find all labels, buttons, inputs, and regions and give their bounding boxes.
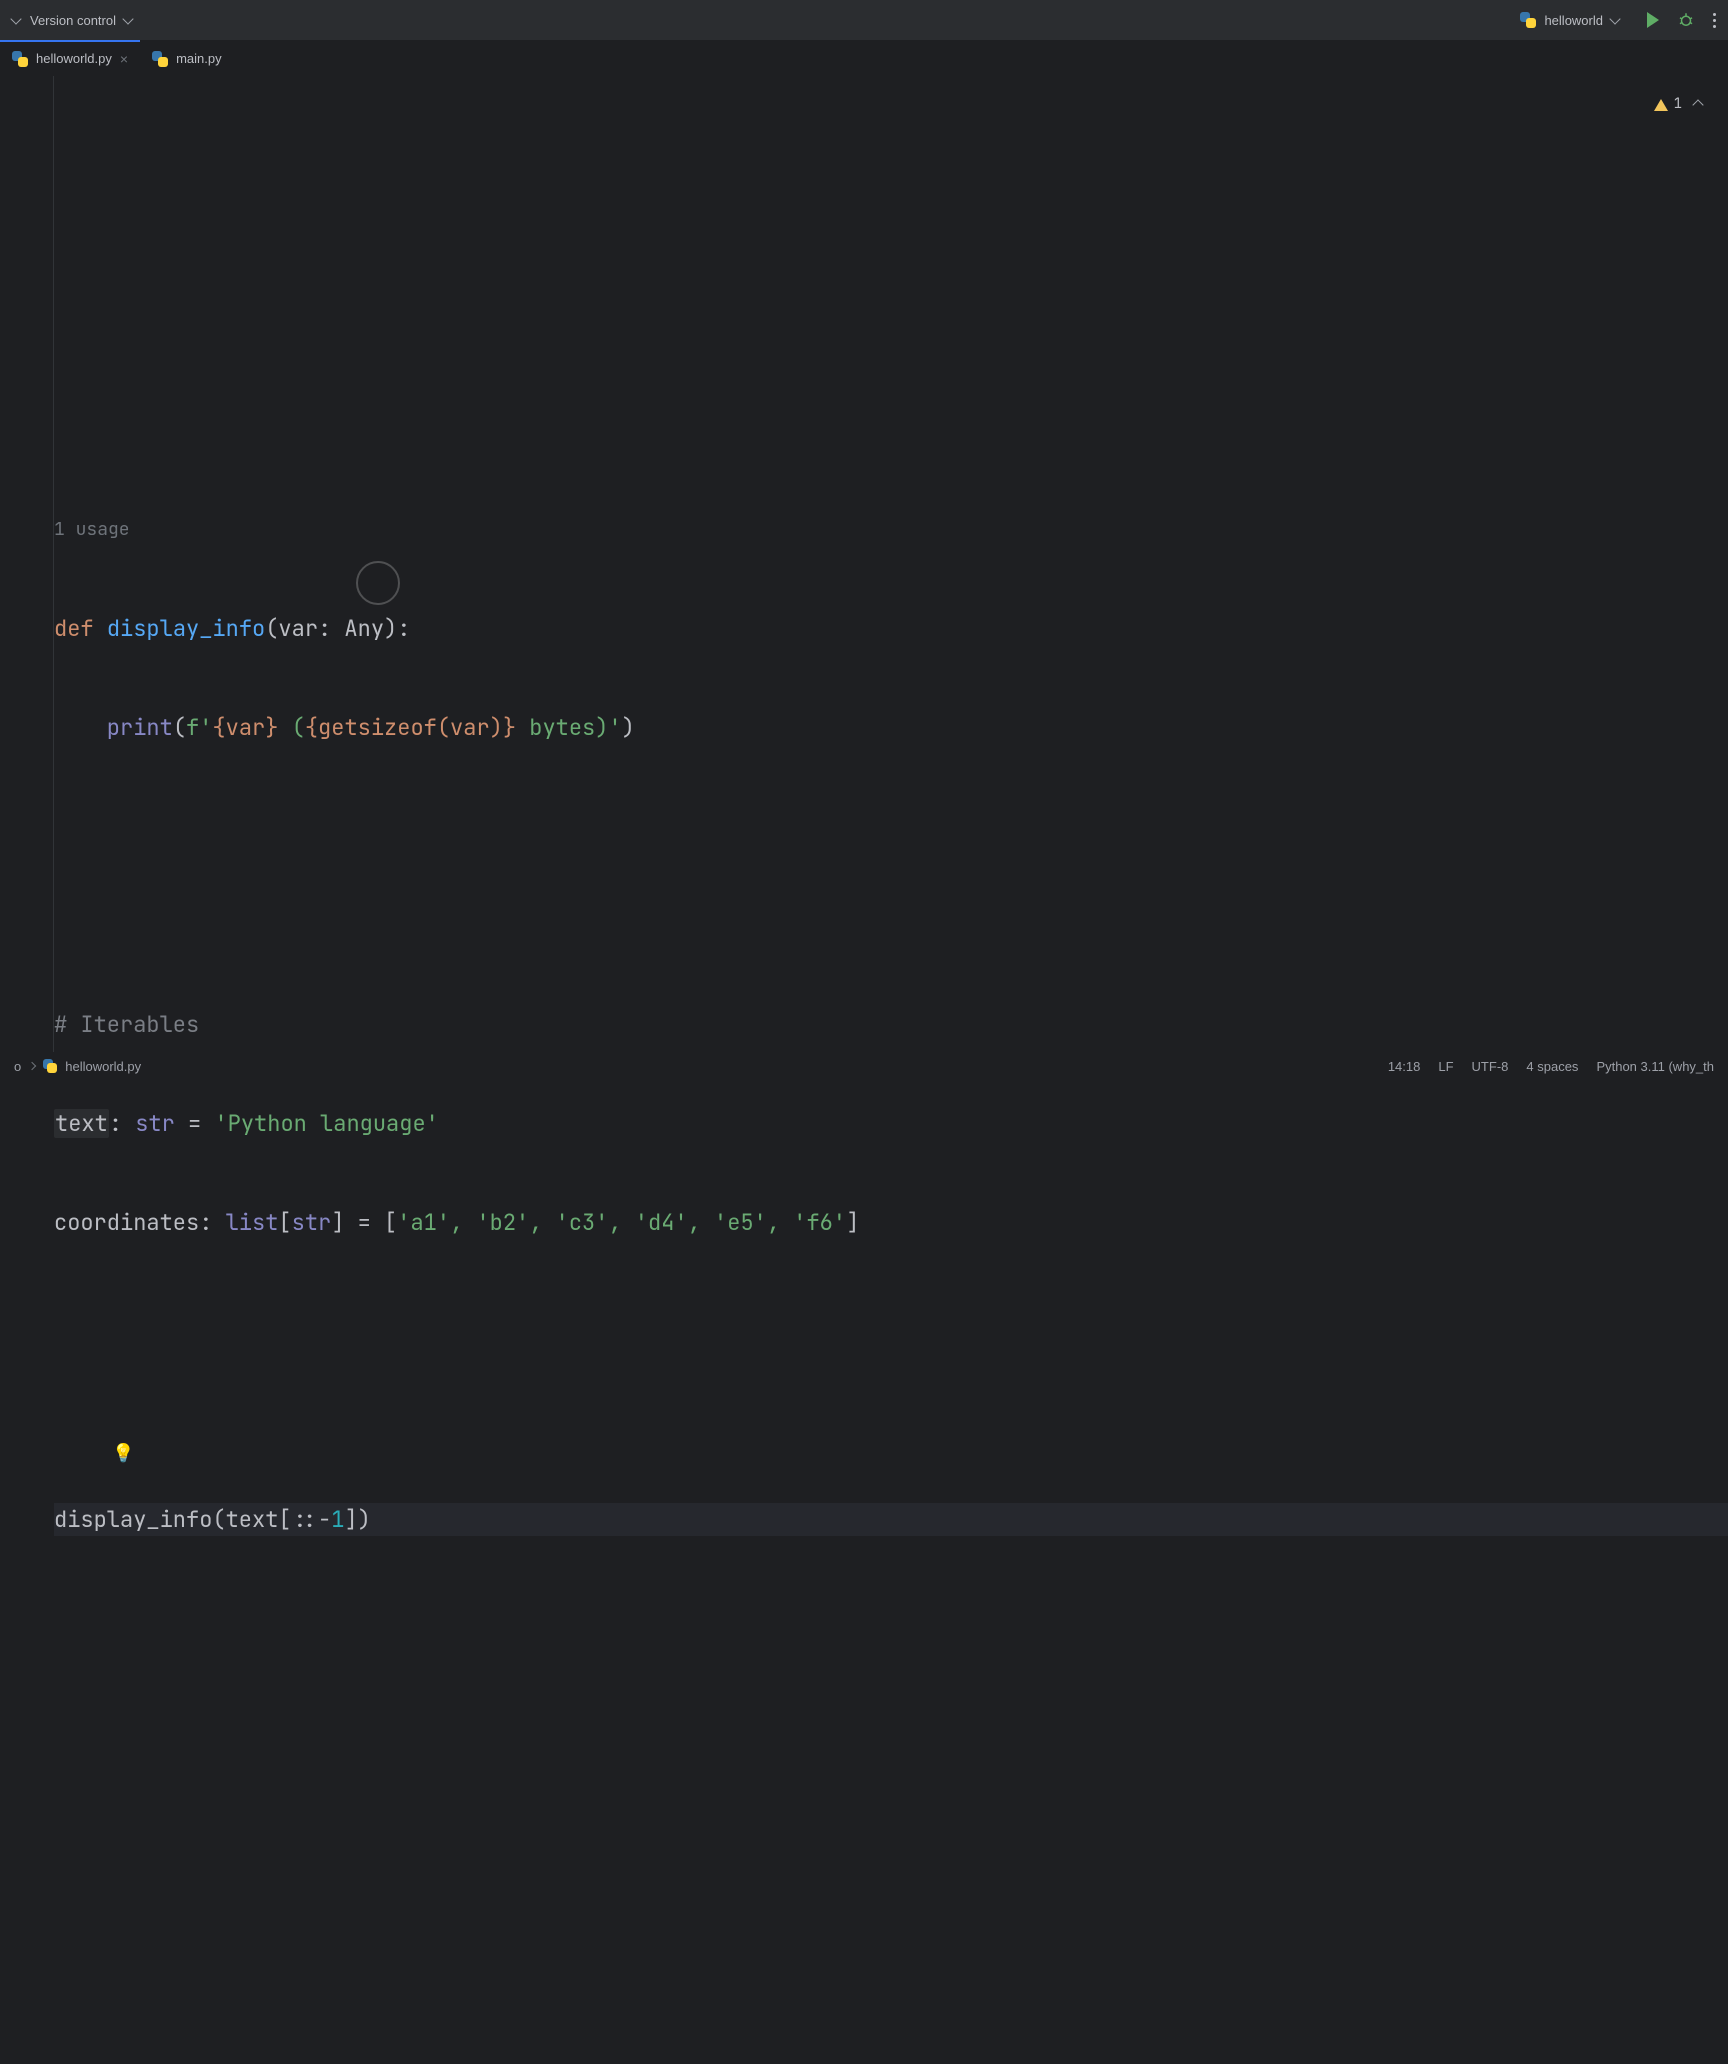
run-button[interactable] (1647, 12, 1659, 28)
python-icon (1520, 12, 1536, 28)
version-control-menu[interactable]: Version control (30, 13, 132, 28)
breadcrumb-file: helloworld.py (65, 1059, 141, 1074)
run-config-selector[interactable]: helloworld (1510, 8, 1629, 32)
editor-tabs: helloworld.py × main.py (0, 40, 1728, 76)
more-menu-button[interactable] (1713, 13, 1716, 28)
chevron-right-icon (28, 1062, 36, 1070)
file-encoding[interactable]: UTF-8 (1472, 1059, 1509, 1074)
usage-hint[interactable]: 1 usage (54, 513, 1728, 546)
version-control-label: Version control (30, 13, 116, 28)
code-editor[interactable]: 1 1 usage def display_info(var: Any): pr… (0, 76, 1728, 1052)
run-config-label: helloworld (1544, 13, 1603, 28)
breadcrumb-root: o (14, 1059, 21, 1074)
status-bar: o helloworld.py 14:18 LF UTF-8 4 spaces … (0, 1052, 1728, 1080)
line-ending[interactable]: LF (1438, 1059, 1453, 1074)
play-icon (1647, 12, 1659, 28)
inspection-widget[interactable]: 1 (1654, 88, 1702, 121)
code-line: coordinates: list[str] = ['a1', 'b2', 'c… (54, 1206, 1728, 1239)
click-indicator (356, 561, 400, 605)
code-content[interactable]: 1 1 usage def display_info(var: Any): pr… (54, 76, 1728, 1052)
breadcrumb[interactable]: o helloworld.py (14, 1059, 141, 1074)
code-line: print(f'{var} ({getsizeof(var)} bytes)') (54, 711, 1728, 744)
python-interpreter[interactable]: Python 3.11 (why_th (1596, 1059, 1714, 1074)
line-gutter (0, 76, 54, 1052)
code-line-active: display_info(text[::-1]) (54, 1503, 1728, 1536)
tab-label: helloworld.py (36, 51, 112, 66)
indent-setting[interactable]: 4 spaces (1526, 1059, 1578, 1074)
debug-button[interactable] (1677, 11, 1695, 29)
code-line: # Iterables (54, 1008, 1728, 1041)
bug-icon (1677, 11, 1695, 29)
chevron-up-icon (1692, 99, 1703, 110)
chevron-down-icon (1609, 13, 1620, 24)
cursor-position[interactable]: 14:18 (1388, 1059, 1421, 1074)
tab-main[interactable]: main.py (140, 40, 234, 75)
chevron-down-icon (122, 13, 133, 24)
main-menu-chevron-icon[interactable] (10, 13, 21, 24)
code-line: def display_info(var: Any): (54, 612, 1728, 645)
python-icon (43, 1059, 57, 1073)
close-icon[interactable]: × (120, 51, 128, 67)
code-line: text: str = 'Python language' (54, 1107, 1728, 1140)
title-bar: Version control helloworld (0, 0, 1728, 40)
intention-bulb-icon[interactable]: 💡 (112, 1437, 134, 1470)
python-icon (152, 51, 168, 67)
tab-helloworld[interactable]: helloworld.py × (0, 40, 140, 75)
warning-icon (1654, 99, 1668, 111)
tab-label: main.py (176, 51, 222, 66)
python-icon (12, 51, 28, 67)
warning-count: 1 (1674, 88, 1682, 121)
